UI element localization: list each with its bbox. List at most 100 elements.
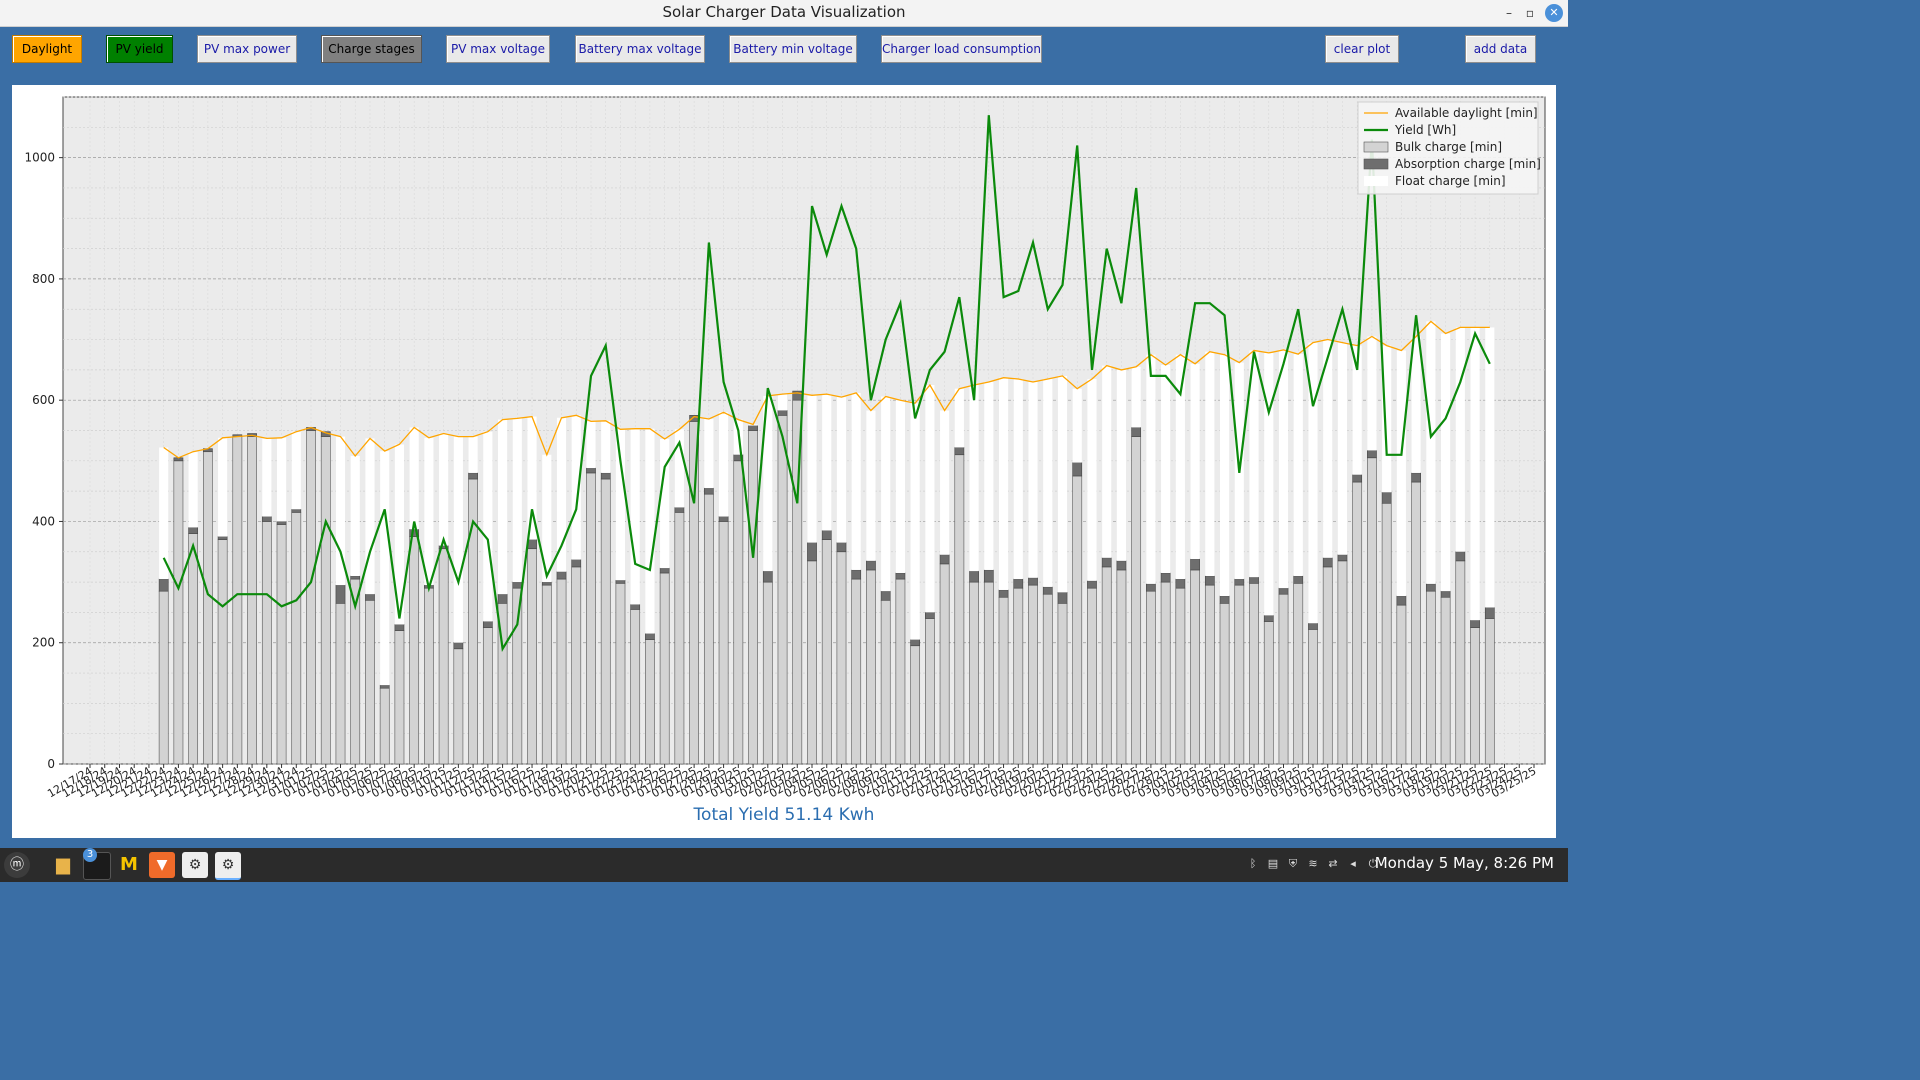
float-bar bbox=[350, 455, 360, 577]
float-bar bbox=[1116, 369, 1126, 561]
bulk-bar bbox=[836, 551, 847, 765]
shield-icon[interactable]: ⛨ bbox=[1286, 857, 1300, 871]
absorption-bar bbox=[188, 527, 199, 534]
bulk-bar bbox=[762, 581, 773, 765]
float-bar bbox=[188, 451, 198, 528]
absorption-bar bbox=[1190, 558, 1200, 571]
maximize-button[interactable]: ▫ bbox=[1521, 4, 1539, 22]
charge-stages-button[interactable]: Charge stages bbox=[321, 35, 422, 63]
bulk-bar bbox=[895, 578, 906, 765]
folder-icon[interactable]: ▆ bbox=[50, 852, 76, 878]
float-bar bbox=[1278, 349, 1289, 589]
float-bar bbox=[998, 377, 1009, 590]
volume-icon[interactable]: ◂ bbox=[1346, 857, 1360, 871]
settings-icon[interactable]: ⚙ bbox=[182, 852, 208, 878]
bulk-bar bbox=[203, 451, 213, 765]
y-tick-label: 400 bbox=[32, 514, 55, 528]
pv-max-voltage-button[interactable]: PV max voltage bbox=[446, 35, 550, 63]
absorption-bar bbox=[1484, 607, 1495, 619]
bulk-bar bbox=[1234, 584, 1245, 765]
close-button[interactable]: ✕ bbox=[1545, 4, 1563, 22]
float-bar bbox=[940, 410, 950, 555]
bulk-bar bbox=[1484, 618, 1495, 765]
minimize-button[interactable]: – bbox=[1500, 4, 1518, 22]
pv-max-power-button[interactable]: PV max power bbox=[197, 35, 297, 63]
bulk-bar bbox=[158, 590, 169, 765]
y-tick-label: 0 bbox=[47, 757, 55, 771]
bulk-bar bbox=[1057, 603, 1068, 765]
battery-min-voltage-button[interactable]: Battery min voltage bbox=[729, 35, 857, 63]
absorption-bar bbox=[1234, 578, 1245, 586]
mint-menu-icon[interactable]: ⓜ bbox=[4, 852, 30, 878]
absorption-bar bbox=[1352, 474, 1363, 483]
float-bar bbox=[424, 437, 434, 586]
taskbar-clock[interactable]: Monday 5 May, 8:26 PM bbox=[1375, 854, 1554, 872]
network-icon[interactable]: ≋ bbox=[1306, 857, 1320, 871]
absorption-bar bbox=[1146, 583, 1156, 592]
battery-max-voltage-button[interactable]: Battery max voltage bbox=[575, 35, 705, 63]
float-bar bbox=[1337, 342, 1348, 555]
bulk-bar bbox=[1101, 566, 1112, 765]
bulk-bar bbox=[821, 539, 832, 765]
bulk-bar bbox=[1028, 584, 1038, 765]
absorption-bar bbox=[1455, 551, 1466, 562]
bulk-bar bbox=[630, 609, 641, 765]
float-bar bbox=[630, 428, 640, 605]
daylight-button[interactable]: Daylight bbox=[12, 35, 82, 63]
absorption-bar bbox=[1440, 590, 1451, 598]
absorption-bar bbox=[925, 612, 935, 619]
bulk-bar bbox=[541, 584, 552, 765]
float-bar bbox=[660, 438, 670, 569]
bulk-bar bbox=[1042, 593, 1053, 765]
float-bar bbox=[262, 438, 272, 517]
bulk-bar bbox=[1455, 560, 1466, 765]
absorption-bar bbox=[482, 621, 493, 628]
ethernet-icon[interactable]: ⇄ bbox=[1326, 857, 1340, 871]
absorption-bar bbox=[1278, 587, 1289, 595]
absorption-bar bbox=[836, 542, 847, 553]
bulk-bar bbox=[1322, 566, 1333, 765]
absorption-bar bbox=[261, 516, 272, 522]
absorption-bar bbox=[335, 584, 346, 604]
add-data-button[interactable]: add data bbox=[1465, 35, 1536, 63]
window-title: Solar Charger Data Visualization bbox=[662, 3, 906, 21]
bulk-bar bbox=[880, 599, 891, 765]
absorption-bar bbox=[674, 507, 685, 513]
float-bar bbox=[1470, 327, 1480, 621]
float-bar bbox=[1102, 365, 1112, 558]
absorption-bar bbox=[291, 509, 302, 513]
y-tick-label: 1000 bbox=[24, 151, 55, 165]
absorption-bar bbox=[497, 593, 508, 604]
bulk-bar bbox=[1411, 481, 1421, 765]
bulk-bar bbox=[261, 521, 272, 765]
bulk-bar bbox=[365, 599, 375, 765]
absorption-bar bbox=[703, 487, 714, 495]
float-bar bbox=[807, 395, 817, 543]
float-bar bbox=[645, 428, 655, 634]
bulk-bar bbox=[188, 533, 199, 765]
absorption-bar bbox=[1337, 554, 1348, 562]
bulk-bar bbox=[998, 596, 1009, 765]
absorption-bar bbox=[659, 567, 670, 574]
float-bar bbox=[777, 394, 788, 411]
settings-icon-active[interactable]: ⚙ bbox=[215, 852, 241, 880]
brave-icon[interactable]: ▼ bbox=[149, 852, 175, 878]
charger-load-button[interactable]: Charger load consumption bbox=[881, 35, 1042, 63]
pv-yield-button[interactable]: PV yield bbox=[106, 35, 173, 63]
bulk-bar bbox=[1470, 627, 1480, 765]
bulk-bar bbox=[969, 581, 979, 765]
mail-icon[interactable]: M bbox=[116, 852, 142, 878]
float-bar bbox=[498, 419, 508, 595]
bulk-bar bbox=[424, 587, 434, 765]
legend-swatch bbox=[1363, 158, 1389, 170]
clear-plot-button[interactable]: clear plot bbox=[1325, 35, 1399, 63]
absorption-bar bbox=[777, 410, 788, 416]
absorption-bar bbox=[158, 578, 169, 592]
absorption-bar bbox=[866, 560, 876, 571]
bulk-bar bbox=[939, 563, 950, 765]
clipboard-icon[interactable]: ▤ bbox=[1266, 857, 1280, 871]
bluetooth-icon[interactable]: ᛒ bbox=[1246, 857, 1260, 871]
legend-label: Float charge [min] bbox=[1395, 174, 1506, 188]
float-bar bbox=[1043, 378, 1053, 587]
absorption-bar bbox=[762, 570, 773, 583]
